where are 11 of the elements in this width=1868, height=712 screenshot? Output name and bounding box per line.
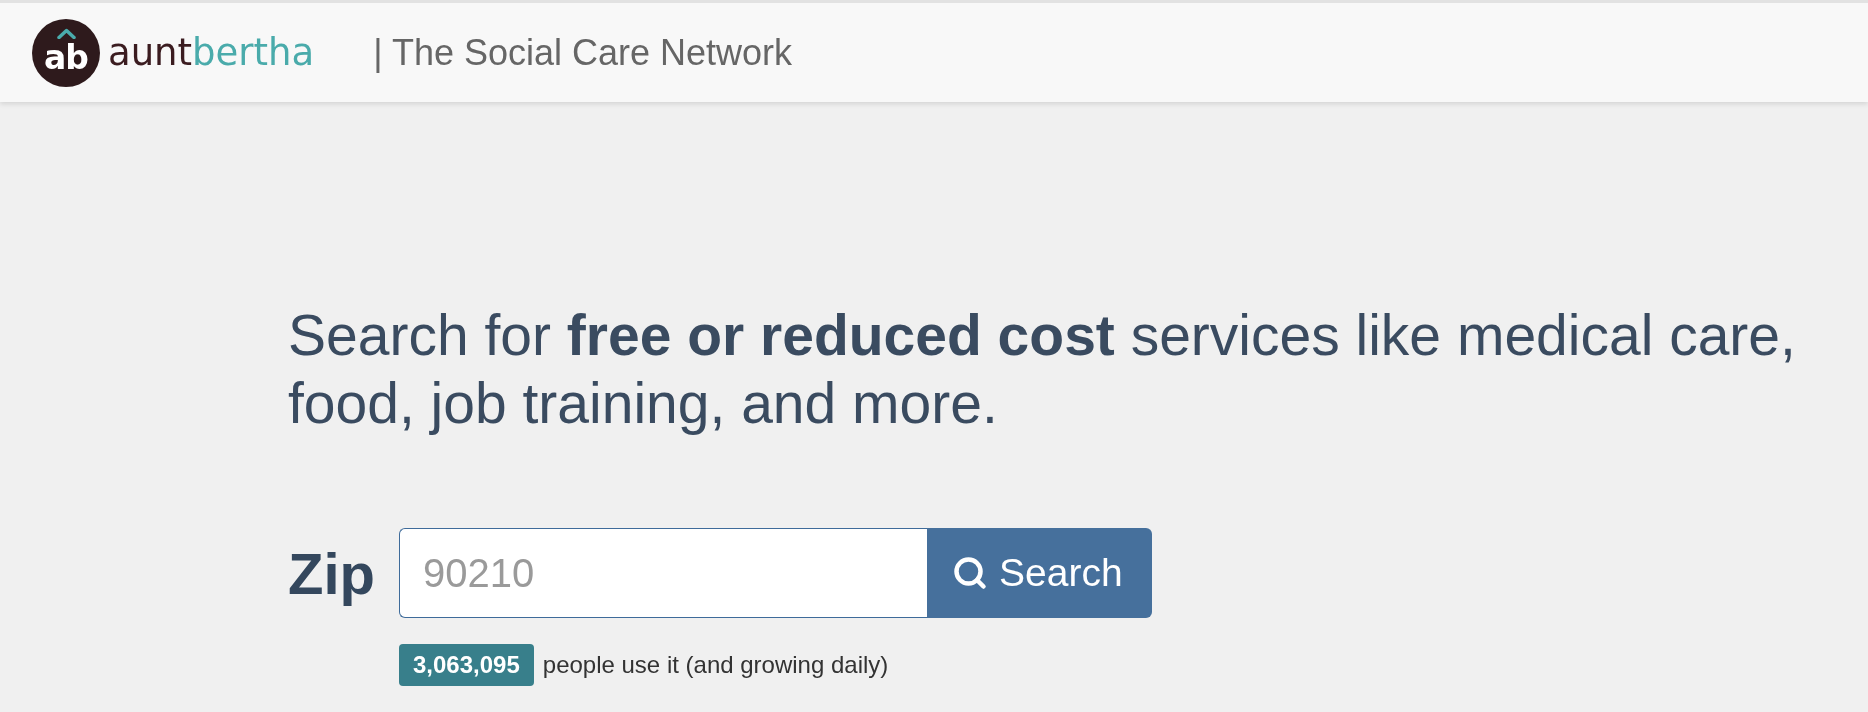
headline: Search for free or reduced cost services like medical care, food, job training, and more. [288, 302, 1797, 437]
tagline: | The Social Care Network [373, 31, 793, 74]
caret-icon [57, 27, 76, 39]
user-count: 3,063,095 [399, 644, 534, 686]
user-count-caption: people use it (and growing daily) [542, 651, 889, 679]
zip-input[interactable]: 90210 [399, 528, 927, 618]
search-icon [952, 555, 988, 591]
brand-wordmark: auntbertha [108, 34, 315, 71]
logo-monogram: ab [44, 40, 88, 74]
search-button[interactable]: Search [927, 528, 1152, 618]
zip-label: Zip [288, 539, 376, 607]
